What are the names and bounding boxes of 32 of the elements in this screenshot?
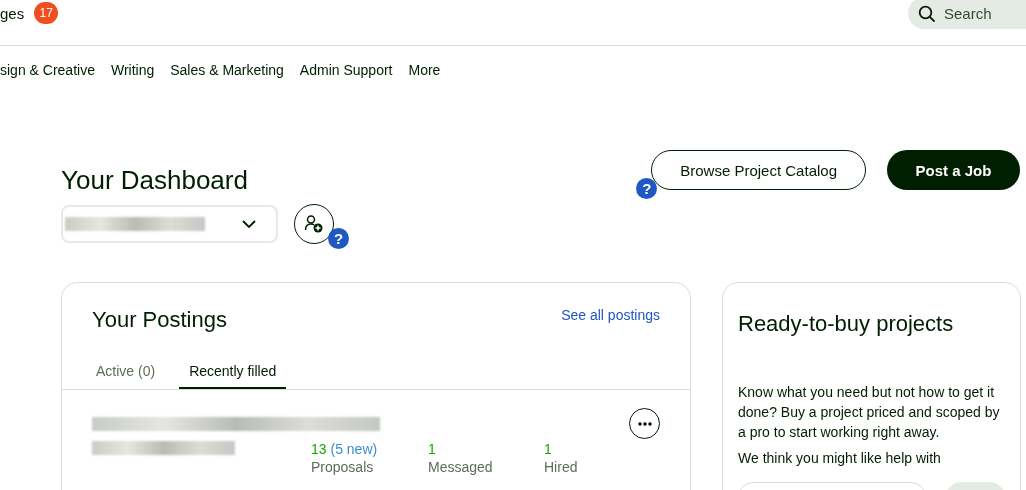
add-user-button[interactable] xyxy=(294,204,334,244)
messages-label[interactable]: ges xyxy=(0,4,25,22)
stat-value: 1 xyxy=(428,441,437,457)
dashboard-title: Your Dashboard xyxy=(61,165,249,196)
team-dropdown[interactable] xyxy=(61,205,278,243)
post-job-button[interactable]: Post a Job xyxy=(887,150,1020,190)
stat-value: 1 xyxy=(544,441,553,457)
browse-catalog-button[interactable]: Browse Project Catalog xyxy=(651,150,866,190)
card-title: Ready-to-buy projects xyxy=(738,311,955,337)
card-description: Know what you need but not how to get it done? Buy a project priced and scoped by a pro to start working right away. xyxy=(738,383,1001,442)
card-title: Your Postings xyxy=(92,307,227,333)
category-link[interactable]: Sales & Marketing xyxy=(170,62,284,92)
chevron-icon xyxy=(242,220,256,228)
count-badge: 17 xyxy=(34,2,59,24)
see-all-link[interactable]: See all postings xyxy=(561,307,660,323)
tab[interactable]: Active (0) xyxy=(86,363,166,389)
help-badge[interactable]: ? xyxy=(328,228,349,249)
add-user-icon xyxy=(304,214,324,234)
stat-label: Hired xyxy=(544,459,579,475)
search-field[interactable]: Search xyxy=(908,0,1026,29)
more-button[interactable] xyxy=(629,408,660,439)
stat-value: 13 (5 new) xyxy=(311,441,379,457)
tab[interactable]: Recently filled xyxy=(179,363,287,389)
stat-label: Proposals xyxy=(311,459,375,475)
more-icon xyxy=(637,421,652,426)
help-badge[interactable]: ? xyxy=(636,178,658,199)
category-link[interactable]: Writing xyxy=(110,62,155,92)
category-link[interactable]: sign & Creative xyxy=(0,62,95,92)
category-link[interactable]: More xyxy=(408,62,441,92)
card-subtitle: We think you might like help with xyxy=(738,450,942,466)
stat-label: Messaged xyxy=(428,459,494,475)
category-link[interactable]: Admin Support xyxy=(299,62,393,92)
